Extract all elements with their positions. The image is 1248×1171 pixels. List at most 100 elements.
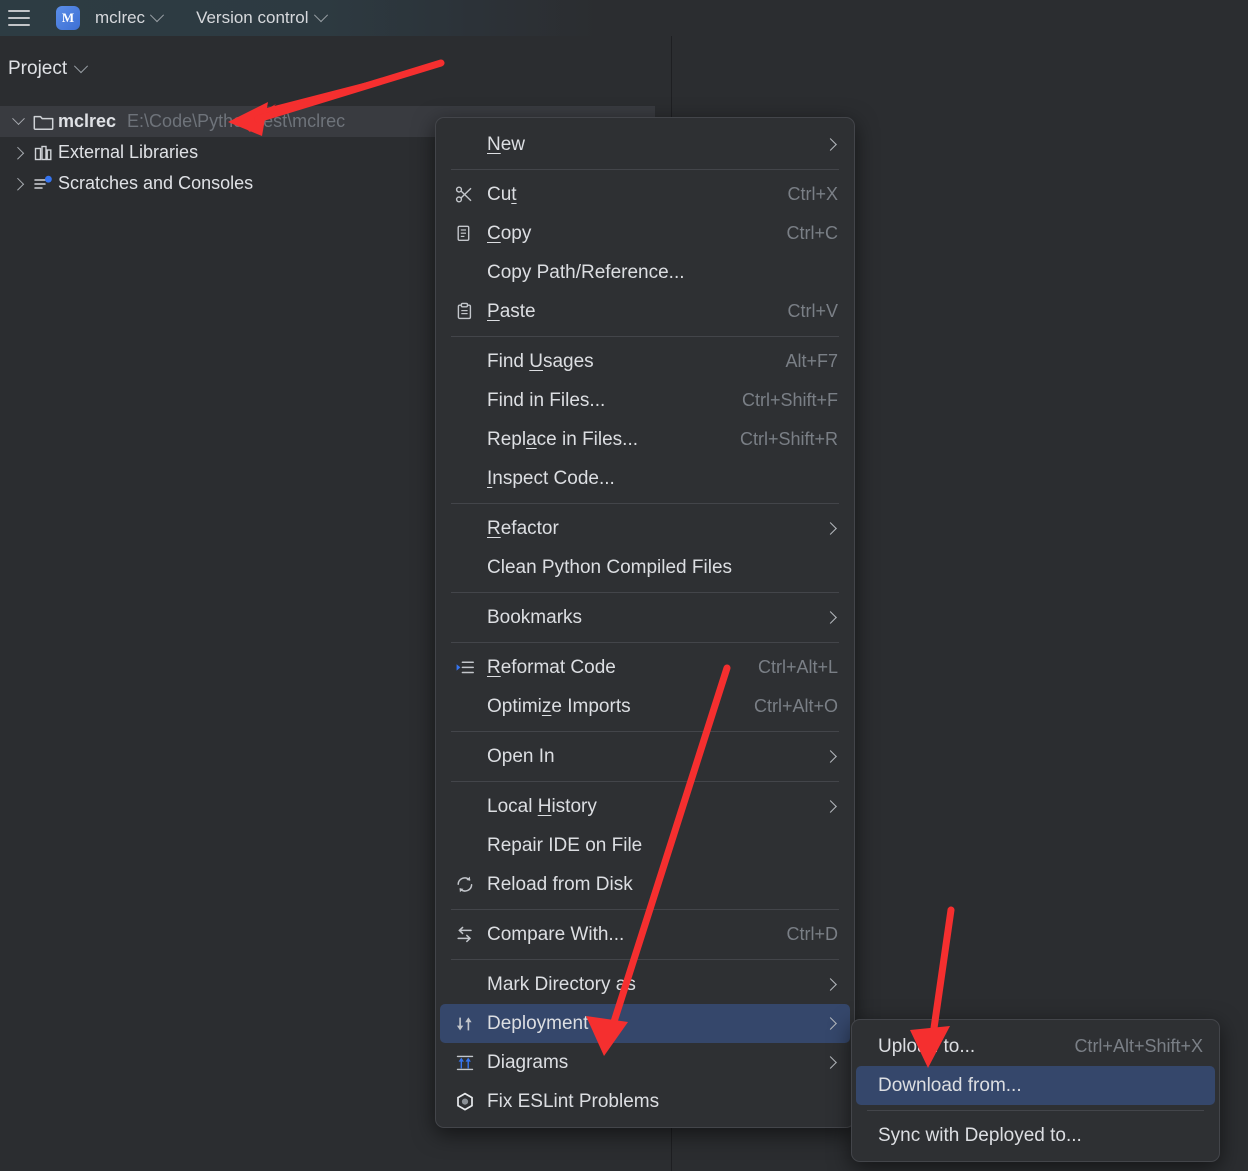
paste-icon	[455, 302, 487, 321]
reload-icon	[455, 875, 487, 894]
copy-icon	[455, 224, 487, 243]
menu-item-inspect-code[interactable]: Inspect Code...	[440, 459, 850, 498]
menu-item-label: Bookmarks	[487, 606, 583, 628]
menu-item-deployment[interactable]: Deployment	[440, 1004, 850, 1043]
chevron-right-icon	[822, 978, 838, 991]
menu-separator	[451, 959, 839, 960]
menu-separator	[451, 336, 839, 337]
menu-item-find-usages[interactable]: Find Usages Alt+F7	[440, 342, 850, 381]
library-icon	[28, 144, 58, 162]
menu-item-fix-eslint-problems[interactable]: Fix ESLint Problems	[440, 1082, 850, 1121]
deployment-icon	[455, 1015, 487, 1033]
chevron-right-icon	[822, 1017, 838, 1030]
menu-item-label: Repair IDE on File	[487, 834, 643, 856]
expand-arrow-icon[interactable]	[8, 177, 28, 191]
submenu-item-download-from[interactable]: Download from...	[856, 1066, 1215, 1105]
expand-arrow-icon[interactable]	[8, 112, 28, 126]
menu-separator	[451, 169, 839, 170]
reformat-icon	[455, 659, 487, 676]
chevron-right-icon	[822, 800, 838, 813]
menu-item-refactor[interactable]: Refactor	[440, 509, 850, 548]
menu-item-shortcut: Ctrl+D	[786, 924, 838, 944]
menu-item-label: aste	[499, 300, 536, 322]
expand-arrow-icon[interactable]	[8, 146, 28, 160]
chevron-right-icon	[822, 522, 838, 535]
menu-item-bookmarks[interactable]: Bookmarks	[440, 598, 850, 637]
menu-item-find-in-files[interactable]: Find in Files... Ctrl+Shift+F	[440, 381, 850, 420]
tree-node-label: mclrec	[58, 111, 117, 131]
menu-item-label: opy	[500, 222, 532, 244]
menu-item-shortcut: Alt+F7	[785, 351, 838, 371]
submenu-item-shortcut: Ctrl+Alt+Shift+X	[1074, 1036, 1203, 1056]
menu-item-label: Mark Directory as	[487, 973, 636, 995]
menu-item-label: ew	[500, 133, 526, 155]
menu-item-reload-from-disk[interactable]: Reload from Disk	[440, 865, 850, 904]
menu-item-shortcut: Ctrl+Shift+R	[739, 429, 838, 449]
menu-item-paste[interactable]: Paste Ctrl+V	[440, 292, 850, 331]
menu-item-local-history[interactable]: Local History	[440, 787, 850, 826]
chevron-right-icon	[822, 138, 838, 151]
diagrams-icon	[455, 1054, 487, 1072]
project-view-selector[interactable]: Project	[8, 58, 89, 80]
menu-item-label: istory	[551, 795, 597, 817]
eslint-icon	[455, 1092, 487, 1112]
tree-node-label: External Libraries	[58, 142, 199, 162]
menu-item-shortcut: Ctrl+Shift+F	[741, 390, 838, 410]
chevron-right-icon	[822, 750, 838, 763]
menu-item-copy[interactable]: Copy Ctrl+C	[440, 214, 850, 253]
scissors-icon	[455, 185, 487, 204]
submenu-item-label: Download from...	[878, 1074, 1022, 1096]
menu-item-label: Cut	[487, 183, 517, 205]
menu-item-replace-in-files[interactable]: Replace in Files... Ctrl+Shift+R	[440, 420, 850, 459]
compare-icon	[455, 925, 487, 944]
menu-item-label: Compare With...	[487, 923, 625, 945]
menu-item-label: efactor	[500, 517, 559, 539]
menu-item-diagrams[interactable]: Diagrams	[440, 1043, 850, 1082]
submenu-item-sync-with-deployed-to[interactable]: Sync with Deployed to...	[856, 1116, 1215, 1155]
project-name-dropdown[interactable]: mclrec	[91, 6, 166, 30]
tree-node-label: Scratches and Consoles	[58, 173, 254, 193]
menu-item-reformat-code[interactable]: Reformat Code Ctrl+Alt+L	[440, 648, 850, 687]
folder-icon	[28, 113, 58, 130]
menu-item-shortcut: Ctrl+Alt+O	[753, 696, 838, 716]
project-badge[interactable]: M	[56, 6, 80, 30]
scratches-icon	[28, 175, 58, 193]
submenu-item-upload-to[interactable]: Upload to... Ctrl+Alt+Shift+X	[856, 1027, 1215, 1066]
hamburger-icon[interactable]	[0, 0, 38, 36]
menu-item-optimize-imports[interactable]: Optimize Imports Ctrl+Alt+O	[440, 687, 850, 726]
menu-item-label: eformat Code	[500, 656, 616, 678]
version-control-label: Version control	[196, 8, 309, 27]
menu-item-label: Open In	[487, 745, 555, 767]
menu-item-label: sages	[542, 350, 594, 372]
context-menu: New Cut Ctrl+X Copy Ctrl+C Copy Path/Ref…	[435, 117, 855, 1128]
project-panel-title: Project	[8, 58, 68, 79]
menu-item-repair-ide-on-file[interactable]: Repair IDE on File	[440, 826, 850, 865]
menu-item-compare-with[interactable]: Compare With... Ctrl+D	[440, 915, 850, 954]
menu-item-shortcut: Ctrl+Alt+L	[757, 657, 838, 677]
menu-item-new[interactable]: New	[440, 125, 850, 164]
menu-item-cut[interactable]: Cut Ctrl+X	[440, 175, 850, 214]
chevron-right-icon	[822, 611, 838, 624]
menu-separator	[451, 781, 839, 782]
menu-separator	[867, 1110, 1204, 1111]
menu-item-label: Fix ESLint Problems	[487, 1090, 660, 1112]
menu-item-clean-python-compiled-files[interactable]: Clean Python Compiled Files	[440, 548, 850, 587]
menu-item-label: Diagrams	[487, 1051, 569, 1073]
menu-separator	[451, 592, 839, 593]
menu-item-label: Find in Files...	[487, 389, 606, 411]
menu-item-open-in[interactable]: Open In	[440, 737, 850, 776]
deployment-submenu: Upload to... Ctrl+Alt+Shift+X Download f…	[851, 1019, 1220, 1162]
menu-item-shortcut: Ctrl+C	[786, 223, 838, 243]
version-control-dropdown[interactable]: Version control	[192, 6, 329, 30]
menu-item-label: Copy Path/Reference...	[487, 261, 685, 283]
menu-item-mark-directory-as[interactable]: Mark Directory as	[440, 965, 850, 1004]
chevron-down-icon	[74, 59, 89, 74]
menu-item-copy-path-reference[interactable]: Copy Path/Reference...	[440, 253, 850, 292]
menu-separator	[451, 642, 839, 643]
menu-separator	[451, 503, 839, 504]
chevron-down-icon	[149, 8, 165, 23]
submenu-item-label: Upload to...	[878, 1035, 976, 1057]
submenu-item-label: Sync with Deployed to...	[878, 1124, 1082, 1146]
chevron-down-icon	[313, 8, 328, 23]
menu-item-shortcut: Ctrl+X	[787, 184, 838, 204]
